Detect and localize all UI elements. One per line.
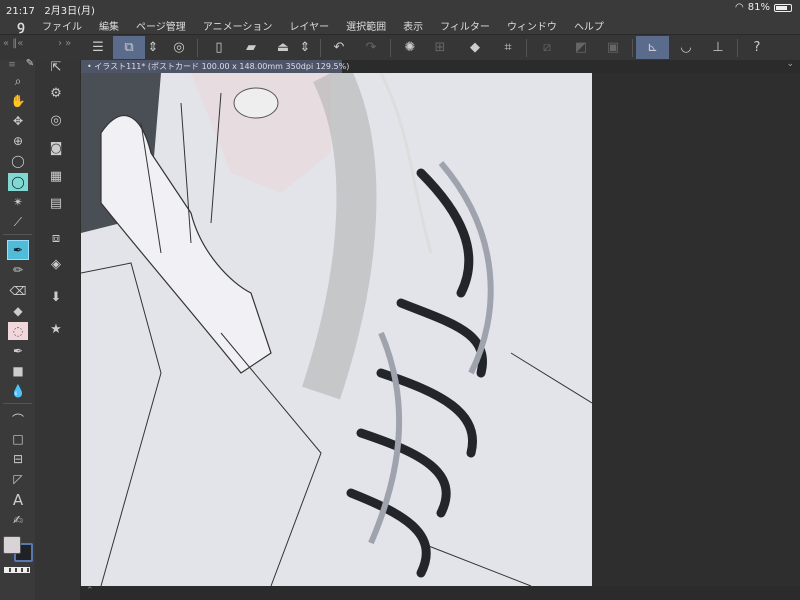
new-file-icon[interactable]: ▯	[204, 36, 234, 59]
pen-tool-icon[interactable]: ✒	[7, 240, 29, 260]
hand-tool-icon[interactable]: ✋	[8, 92, 28, 110]
switch-chevron-icon[interactable]: ⇕	[142, 36, 164, 59]
move-tool-icon[interactable]: ✥	[8, 112, 28, 130]
status-bar: 21:17 2月3日(月) ◠ 81%	[0, 0, 800, 17]
figure-tool-icon[interactable]: □	[8, 430, 28, 448]
blur-tool-icon[interactable]: 💧	[8, 382, 28, 400]
chevron-down-icon[interactable]: ⌄	[786, 59, 794, 69]
tool-property-icon[interactable]: ⚙	[45, 83, 67, 103]
ruler-snap-icon[interactable]: ⊾	[636, 36, 669, 59]
menu-file[interactable]: ファイル	[42, 18, 82, 33]
sub-tool-column: ⇱ ⚙ ◎ ◙ ▦ ▤ ⧈ ◈ ⬇ ★	[35, 60, 80, 600]
decoration-tool-icon[interactable]: ⌒	[8, 410, 28, 428]
fill-icon[interactable]: ◆	[460, 36, 490, 59]
blend-tool-icon[interactable]: ◌	[8, 322, 28, 340]
artwork-illustration	[81, 73, 592, 586]
pencil-tool-icon[interactable]: ✏	[8, 261, 28, 279]
battery-percent: 81%	[747, 2, 770, 13]
battery-icon	[774, 3, 792, 12]
zoom-tool-icon[interactable]: ⌕	[8, 72, 28, 90]
timeline-icon[interactable]: ▤	[45, 193, 67, 213]
document-tab-bar: • イラスト111* (ポストカード 100.00 x 148.00mm 350…	[80, 59, 800, 73]
frame-tool-icon[interactable]: ⊟	[8, 450, 28, 468]
ruler-tool-icon[interactable]: ◸	[8, 470, 28, 488]
main-color-swatch[interactable]	[3, 536, 21, 554]
material-download-icon[interactable]: ⬇	[45, 287, 67, 307]
canvas-bottom-bar: ⌃	[80, 586, 800, 600]
menu-help[interactable]: ヘルプ	[574, 18, 604, 33]
layer-property-icon[interactable]: ⇱	[45, 57, 67, 77]
layers-icon[interactable]: ◈	[45, 254, 67, 274]
menu-window[interactable]: ウィンドウ	[507, 18, 557, 33]
menu-bar: ꝯ ファイル 編集 ページ管理 アニメーション レイヤー 選択範囲 表示 フィル…	[0, 16, 800, 34]
menu-animation[interactable]: アニメーション	[203, 18, 273, 33]
collapse-left-button[interactable]: « ‖«	[3, 38, 23, 49]
menu-edit[interactable]: 編集	[99, 18, 119, 33]
crop-icon: ⊞	[434, 40, 446, 55]
operation-tool-icon[interactable]: ⊕	[8, 132, 28, 150]
expand-up-icon[interactable]: ⌃	[86, 586, 94, 596]
color-wheel-icon[interactable]: ◙	[45, 138, 67, 158]
document-tab[interactable]: • イラスト111* (ポストカード 100.00 x 148.00mm 350…	[81, 60, 349, 73]
drawing-canvas[interactable]	[81, 73, 592, 586]
app-logo-icon[interactable]: ꝯ	[0, 16, 42, 34]
selection-border-icon: ▣	[606, 40, 620, 55]
transparent-color-swatch[interactable]	[4, 567, 30, 573]
menu-page[interactable]: ページ管理	[136, 18, 186, 33]
spiral-icon[interactable]: ◎	[164, 36, 194, 59]
collapse-right-button[interactable]: › »	[58, 38, 71, 49]
eraser-tool-icon[interactable]: ⌫	[8, 282, 28, 300]
color-set-icon[interactable]: ▦	[45, 166, 67, 186]
tool-palette: ≡ ✎ ⌕ ✋ ✥ ⊕ ◯ ◯ ✴ ⟋ ✒ ✏ ⌫ ◆ ◌ ✒ ■ 💧 ⌒ □ …	[0, 58, 35, 600]
layer-search-icon[interactable]: ⧈	[45, 228, 67, 248]
gradient-tool-icon[interactable]: ■	[8, 362, 28, 380]
redo-icon: ↷	[365, 40, 377, 55]
clock: 21:17 2月3日(月)	[6, 6, 95, 17]
save-chevron-icon[interactable]: ⇕	[294, 36, 316, 59]
balloon-tool-icon[interactable]: ✍	[8, 511, 28, 529]
menu-layer[interactable]: レイヤー	[289, 18, 329, 33]
loading-select-icon[interactable]: ✺	[395, 36, 425, 59]
menu-selection[interactable]: 選択範囲	[346, 18, 386, 33]
lasso-tool-icon[interactable]: ◯	[8, 152, 28, 170]
menu-filter[interactable]: フィルター	[440, 18, 490, 33]
eyedropper-icon[interactable]: ⟋	[8, 213, 28, 231]
magic-wand-icon[interactable]: ✴	[8, 193, 28, 211]
menu-icon[interactable]: ☰	[83, 36, 113, 59]
clear-selection-icon: ⧄	[542, 40, 552, 55]
special-ruler-snap-icon[interactable]: ◡	[671, 36, 701, 59]
wifi-icon: ◠	[735, 2, 744, 13]
grid-snap-icon[interactable]: ⊥	[703, 36, 733, 59]
menu-view[interactable]: 表示	[403, 18, 423, 33]
brush-size-icon[interactable]: ◎	[45, 110, 67, 130]
text-tool-icon[interactable]: A	[8, 491, 28, 509]
selection-tool-icon[interactable]: ◯	[8, 173, 28, 191]
transform-icon[interactable]: ⌗	[493, 36, 523, 59]
quick-access-icon[interactable]: ⧉	[113, 36, 145, 59]
open-folder-icon[interactable]: ▰	[236, 36, 266, 59]
command-bar: « ‖« › » ☰ ⧉ ⇕ ◎ ▯ ▰ ⏏ ⇕ ↶ ↷ ✺ ⊞ ◆ ⌗ ⧄ ◩…	[0, 34, 800, 60]
undo-icon[interactable]: ↶	[324, 36, 354, 59]
fill-selection-icon: ◩	[574, 40, 588, 55]
fill-tool-icon[interactable]: ◆	[8, 302, 28, 320]
help-icon[interactable]: ?	[742, 36, 772, 59]
material-favorite-icon[interactable]: ★	[45, 319, 67, 339]
airbrush-tool-icon[interactable]: ✒	[8, 342, 28, 360]
